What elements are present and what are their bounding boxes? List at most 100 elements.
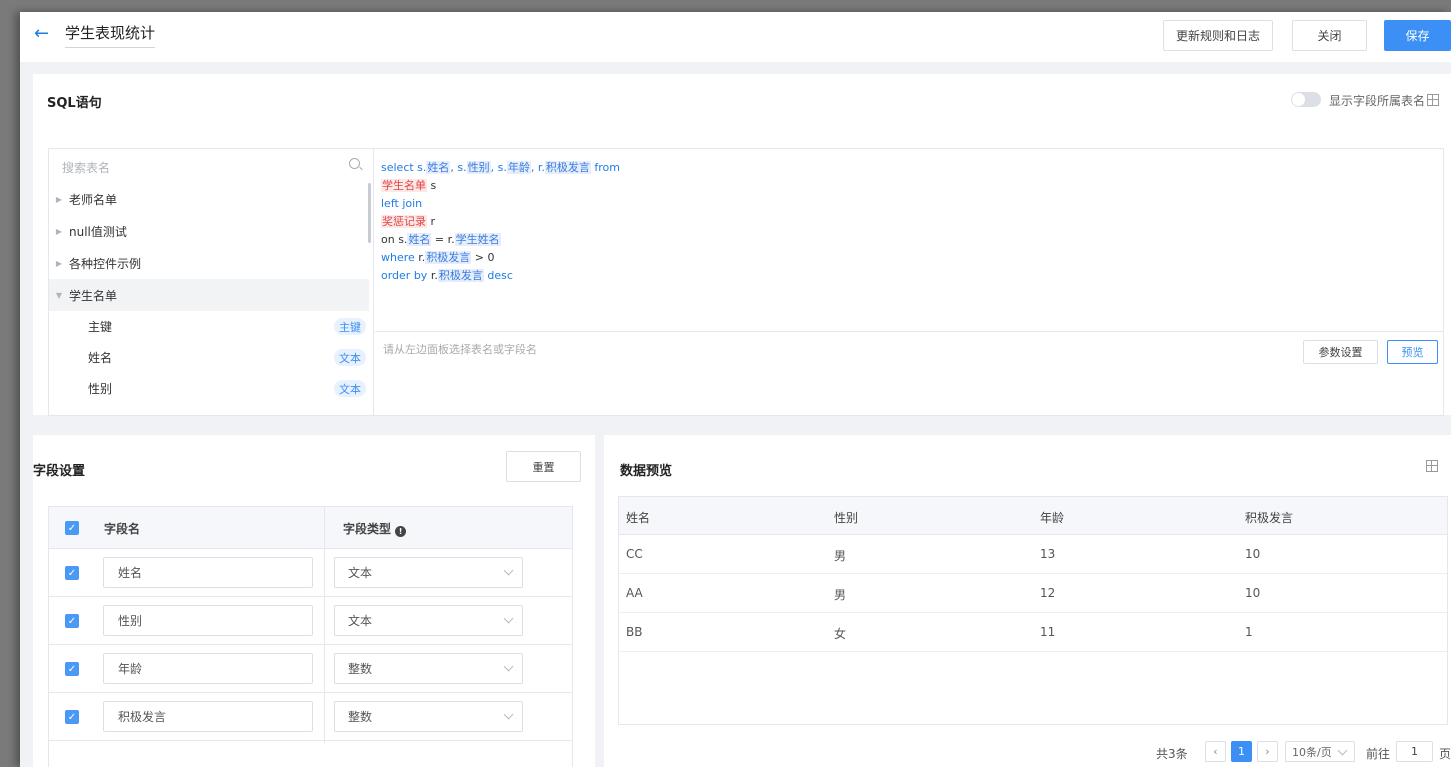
info-icon[interactable]: ! <box>395 526 407 537</box>
chevron-down-icon <box>503 709 514 720</box>
param-settings-button[interactable]: 参数设置 <box>1303 340 1378 364</box>
caret-down-icon: ▼ <box>55 290 62 300</box>
column-header-name: 字段名 <box>104 522 141 536</box>
tree-item-table[interactable]: ▶ 老师名单 <box>49 183 369 215</box>
close-button[interactable]: 关闭 <box>1292 20 1367 51</box>
preview-button[interactable]: 预览 <box>1387 340 1438 364</box>
field-settings-panel: 字段设置 重置 ✓ 字段名 字段类型! ✓ 姓名 文本 ✓ 性别 文本 ✓ 年龄 <box>33 435 595 767</box>
row-checkbox[interactable]: ✓ <box>65 662 79 676</box>
field-tag: 积极发言 <box>437 269 484 282</box>
table-cell: 女 <box>834 627 847 641</box>
table-header: 姓名 性别 年龄 积极发言 <box>619 497 1447 535</box>
field-tag: 姓名 <box>426 161 451 174</box>
selection-hint: 请从左边面板选择表名或字段名 <box>383 343 537 356</box>
table-row: ✓ 年龄 整数 <box>49 645 572 693</box>
fullscreen-grid-icon[interactable] <box>1426 460 1438 472</box>
sql-panel-title: SQL语句 <box>47 96 102 111</box>
search-icon[interactable] <box>349 158 360 169</box>
caret-right-icon: ▶ <box>55 258 62 268</box>
goto-label: 前往 <box>1366 747 1391 761</box>
code-line: where r.积极发言 > 0 <box>381 251 495 264</box>
table-row[interactable]: BB 女 11 1 <box>619 613 1447 652</box>
field-type-select[interactable]: 文本 <box>334 605 523 636</box>
arrow-left-icon[interactable]: ← <box>34 23 49 44</box>
column-header: 性别 <box>834 511 859 525</box>
field-tag: 学生姓名 <box>454 233 501 246</box>
tree-item-table[interactable]: ▶ null值测试 <box>49 215 369 247</box>
caret-right-icon: ▶ <box>55 226 62 236</box>
table-cell: CC <box>626 547 643 561</box>
sql-panel: SQL语句 显示字段所属表名 搜索表名 ▶ 老师名单 ▶ null值测试 ▶ 各… <box>33 74 1451 416</box>
sql-code-editor[interactable]: select s.姓名, s.性别, s.年龄, r.积极发言 from 学生名… <box>381 159 620 285</box>
table-row[interactable]: CC 男 13 10 <box>619 535 1447 574</box>
table-cell: 11 <box>1040 625 1056 639</box>
tree-field-item[interactable]: 姓名 文本 <box>49 342 369 373</box>
app-window: ← 学生表现统计 更新规则和日志 关闭 保存 SQL语句 显示字段所属表名 搜索… <box>20 12 1451 767</box>
table-tag: 学生名单 <box>381 179 427 192</box>
code-line: left join <box>381 197 423 210</box>
table-tree: 搜索表名 ▶ 老师名单 ▶ null值测试 ▶ 各种控件示例 ▼ 学生名单 主键… <box>49 149 374 415</box>
preview-table: 姓名 性别 年龄 积极发言 CC 男 13 10 AA 男 12 10 BB 女… <box>618 496 1448 725</box>
row-checkbox[interactable]: ✓ <box>65 566 79 580</box>
show-table-name-label: 显示字段所属表名 <box>1329 94 1426 108</box>
field-name-input[interactable]: 性别 <box>103 605 313 636</box>
field-tag: 性别 <box>466 161 491 174</box>
field-type-select[interactable]: 整数 <box>334 701 523 732</box>
table-cell: 13 <box>1040 547 1056 561</box>
data-preview-panel: 数据预览 姓名 性别 年龄 积极发言 CC 男 13 10 AA 男 12 10 <box>604 435 1451 767</box>
table-row: ✓ 积极发言 整数 <box>49 693 572 741</box>
row-checkbox[interactable]: ✓ <box>65 710 79 724</box>
show-table-name-toggle[interactable] <box>1291 92 1321 107</box>
tree-item-label: 学生名单 <box>69 288 118 303</box>
tree-field-item[interactable]: 主键 主键 <box>49 311 369 342</box>
field-settings-table: ✓ 字段名 字段类型! ✓ 姓名 文本 ✓ 性别 文本 ✓ 年龄 整数 ✓ 积极… <box>48 506 573 767</box>
field-name: 性别 <box>88 382 113 396</box>
pagination-total: 共3条 <box>1156 747 1188 761</box>
field-type-badge: 文本 <box>334 349 366 366</box>
field-name-input[interactable]: 年龄 <box>103 653 313 684</box>
field-type-select[interactable]: 文本 <box>334 557 523 588</box>
tree-item-label: 老师名单 <box>69 192 118 207</box>
field-tag: 姓名 <box>407 233 432 246</box>
field-name: 主键 <box>88 320 113 334</box>
data-preview-title: 数据预览 <box>620 464 673 479</box>
save-button[interactable]: 保存 <box>1384 20 1451 51</box>
update-rules-button[interactable]: 更新规则和日志 <box>1163 20 1273 51</box>
pagination-page-button[interactable]: 1 <box>1231 741 1252 762</box>
field-tag: 积极发言 <box>425 251 472 264</box>
table-row: ✓ 姓名 文本 <box>49 549 572 597</box>
table-row[interactable]: AA 男 12 10 <box>619 574 1447 613</box>
table-cell: 男 <box>834 588 847 602</box>
field-type-badge: 文本 <box>334 380 366 397</box>
pagination-prev-button[interactable]: ‹ <box>1205 741 1226 762</box>
goto-page-input[interactable]: 1 <box>1396 741 1433 762</box>
tree-item-table-expanded[interactable]: ▼ 学生名单 <box>49 279 369 311</box>
field-tag: 积极发言 <box>544 161 591 174</box>
select-all-checkbox[interactable]: ✓ <box>65 521 79 535</box>
column-header: 姓名 <box>626 511 651 525</box>
column-header: 积极发言 <box>1245 511 1294 525</box>
page-size-select[interactable]: 10条/页 <box>1285 741 1355 762</box>
field-name-input[interactable]: 姓名 <box>103 557 313 588</box>
code-line: order by r.积极发言 desc <box>381 269 513 282</box>
field-name-input[interactable]: 积极发言 <box>103 701 313 732</box>
field-type-select[interactable]: 整数 <box>334 653 523 684</box>
tree-field-item[interactable]: 性别 文本 <box>49 373 369 404</box>
fullscreen-grid-icon[interactable] <box>1427 94 1439 106</box>
top-header: ← 学生表现统计 更新规则和日志 关闭 保存 <box>20 12 1451 62</box>
chevron-down-icon <box>1337 745 1348 756</box>
tree-item-table[interactable]: ▶ 各种控件示例 <box>49 247 369 279</box>
code-line: 奖惩记录 r <box>381 215 436 228</box>
tree-item-label: 各种控件示例 <box>69 256 142 271</box>
column-header-type: 字段类型! <box>343 520 407 537</box>
table-search-input[interactable]: 搜索表名 <box>62 159 110 176</box>
table-cell: 10 <box>1245 547 1261 561</box>
field-settings-title: 字段设置 <box>33 464 86 479</box>
chevron-down-icon <box>503 613 514 624</box>
row-checkbox[interactable]: ✓ <box>65 614 79 628</box>
table-cell: AA <box>626 586 643 600</box>
code-line: 学生名单 s <box>381 179 437 192</box>
page-title[interactable]: 学生表现统计 <box>65 22 156 48</box>
pagination-next-button[interactable]: › <box>1257 741 1278 762</box>
reset-button[interactable]: 重置 <box>506 451 581 482</box>
